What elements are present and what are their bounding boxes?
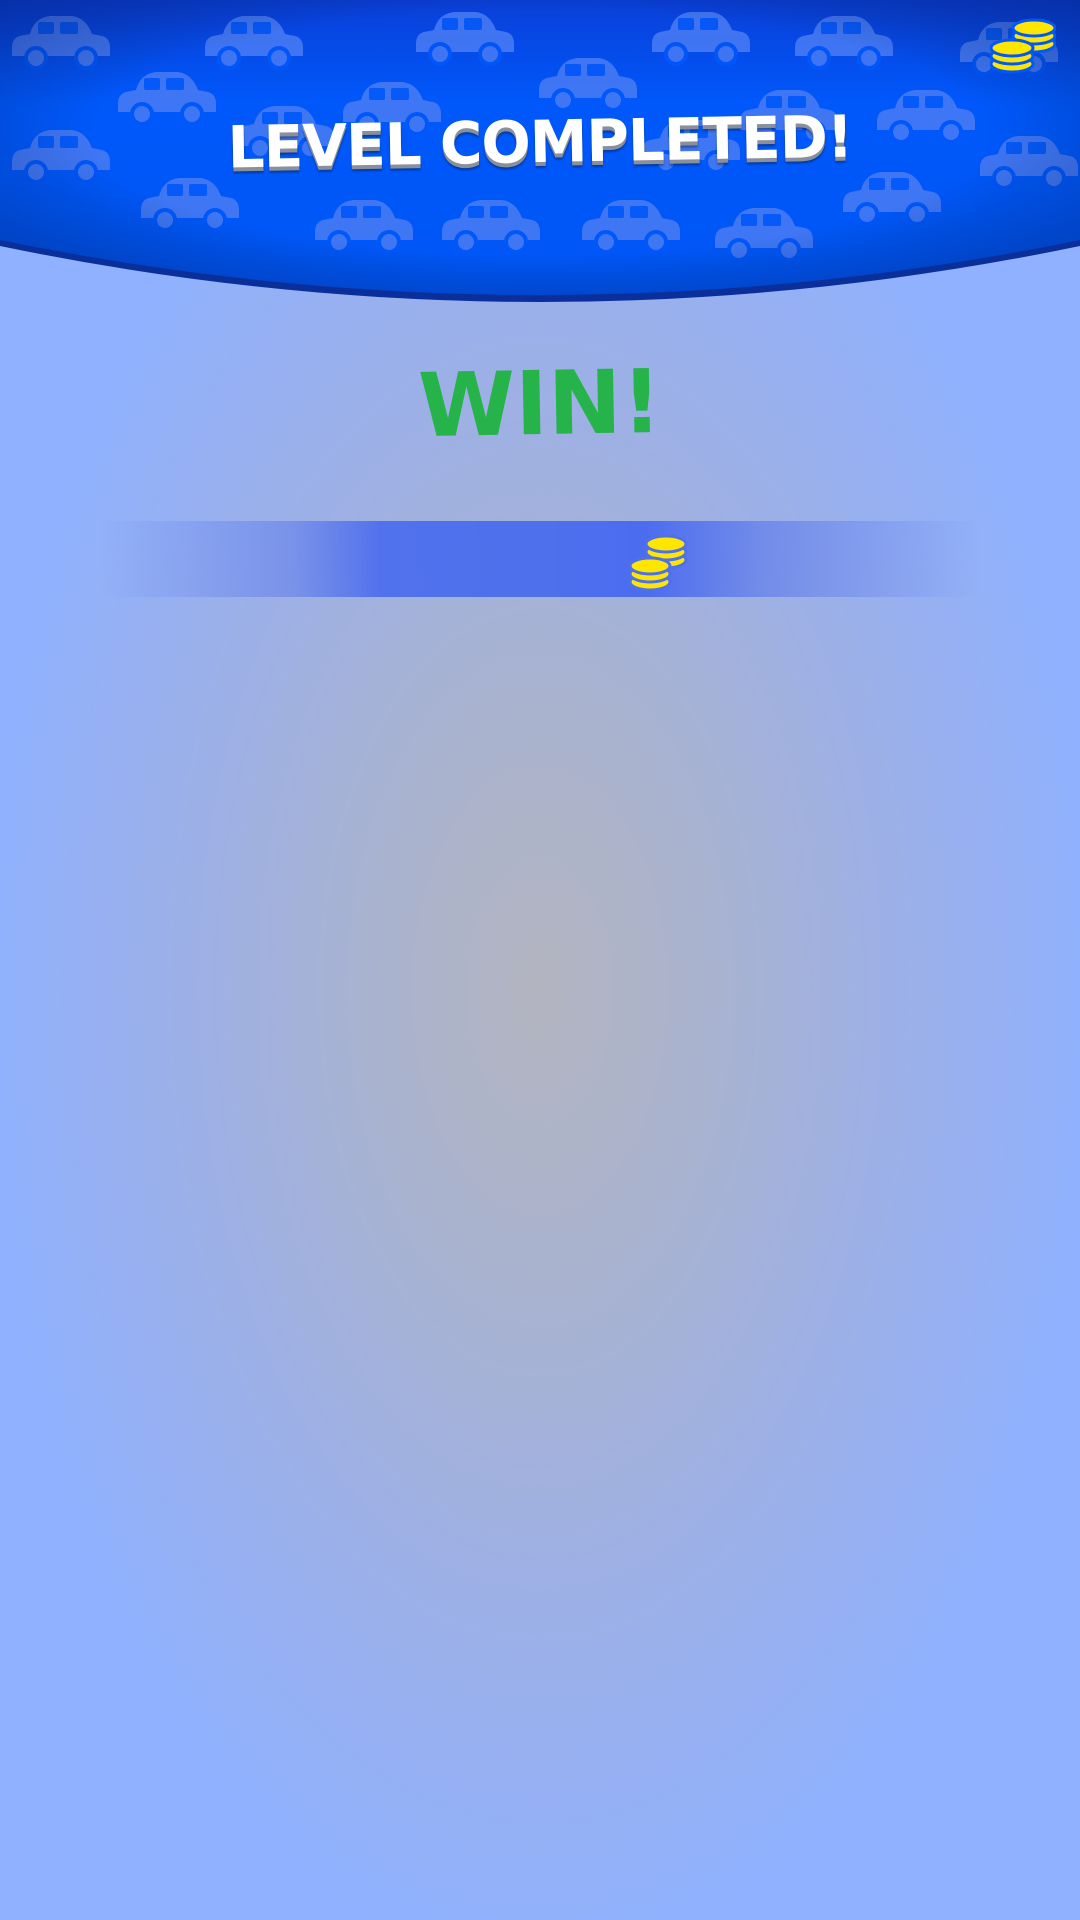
reward-coins [628, 530, 688, 592]
reward-strip [100, 521, 980, 597]
coin-stack-icon [628, 534, 688, 592]
win-label: WIN! [417, 349, 663, 458]
header-banner: LEVEL COMPLETED! [0, 0, 1080, 320]
coin-stack-icon [990, 18, 1056, 74]
coins-button[interactable] [990, 10, 1056, 76]
